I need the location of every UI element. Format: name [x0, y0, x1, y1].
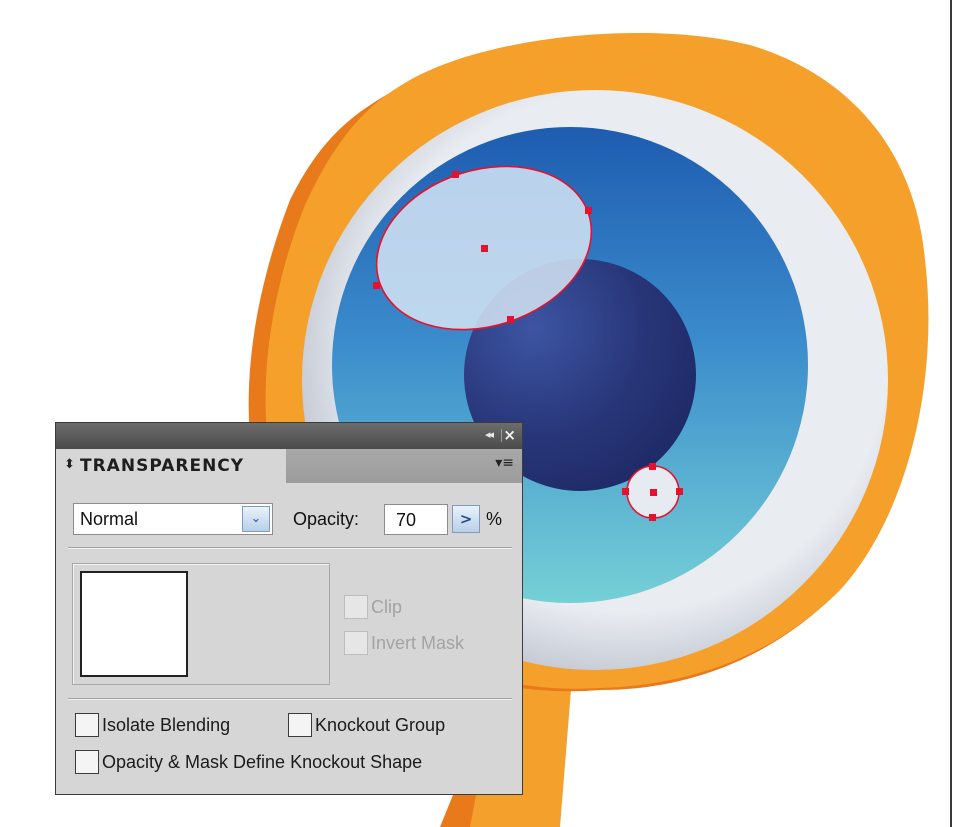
clip-checkbox[interactable] — [344, 595, 368, 619]
opacity-value: 70 — [396, 510, 417, 530]
isolate-blending-checkbox[interactable] — [75, 713, 99, 737]
blend-mode-value: Normal — [80, 509, 139, 529]
titlebar-separator — [501, 429, 502, 442]
panel-tab-strip: ⬍ TRANSPARENCY ▾≡ — [56, 449, 522, 485]
clip-option[interactable]: Clip — [344, 595, 402, 619]
up-down-arrows-icon: ⬍ — [64, 457, 75, 472]
divider-top — [68, 547, 512, 549]
mask-preview-area — [72, 563, 330, 685]
object-thumbnail[interactable] — [80, 571, 188, 677]
invert-mask-checkbox[interactable] — [344, 631, 368, 655]
isolate-blending-label: Isolate Blending — [102, 714, 231, 735]
tab-transparency[interactable]: ⬍ TRANSPARENCY — [56, 449, 286, 485]
knockout-shape-option[interactable]: Opacity & Mask Define Knockout Shape — [75, 750, 422, 774]
clip-label: Clip — [371, 596, 403, 617]
invert-mask-label: Invert Mask — [371, 632, 465, 653]
invert-mask-option[interactable]: Invert Mask — [344, 631, 464, 655]
opacity-unit: % — [486, 509, 503, 529]
knockout-group-checkbox[interactable] — [288, 713, 312, 737]
transparency-panel: ◂◂ × ⬍ TRANSPARENCY ▾≡ Normal ⌄ Opacity:… — [55, 422, 523, 795]
collapse-icon[interactable]: ◂◂ — [485, 428, 494, 441]
knockout-group-option[interactable]: Knockout Group — [288, 713, 445, 737]
knockout-shape-label: Opacity & Mask Define Knockout Shape — [102, 751, 423, 772]
opacity-slider-button[interactable]: > — [452, 505, 480, 533]
chevron-down-icon[interactable]: ⌄ — [242, 506, 270, 532]
window-edge — [950, 0, 952, 827]
opacity-input[interactable]: 70 — [384, 504, 448, 535]
panel-title: TRANSPARENCY — [80, 456, 245, 476]
panel-titlebar[interactable]: ◂◂ × — [56, 423, 522, 449]
knockout-group-label: Knockout Group — [315, 714, 446, 735]
close-icon[interactable]: × — [503, 426, 516, 444]
blend-mode-select[interactable]: Normal ⌄ — [73, 503, 273, 535]
knockout-shape-checkbox[interactable] — [75, 750, 99, 774]
opacity-label: Opacity: — [293, 509, 360, 529]
isolate-blending-option[interactable]: Isolate Blending — [75, 713, 230, 737]
panel-menu-icon[interactable]: ▾≡ — [495, 455, 514, 471]
divider-bottom — [68, 698, 512, 700]
